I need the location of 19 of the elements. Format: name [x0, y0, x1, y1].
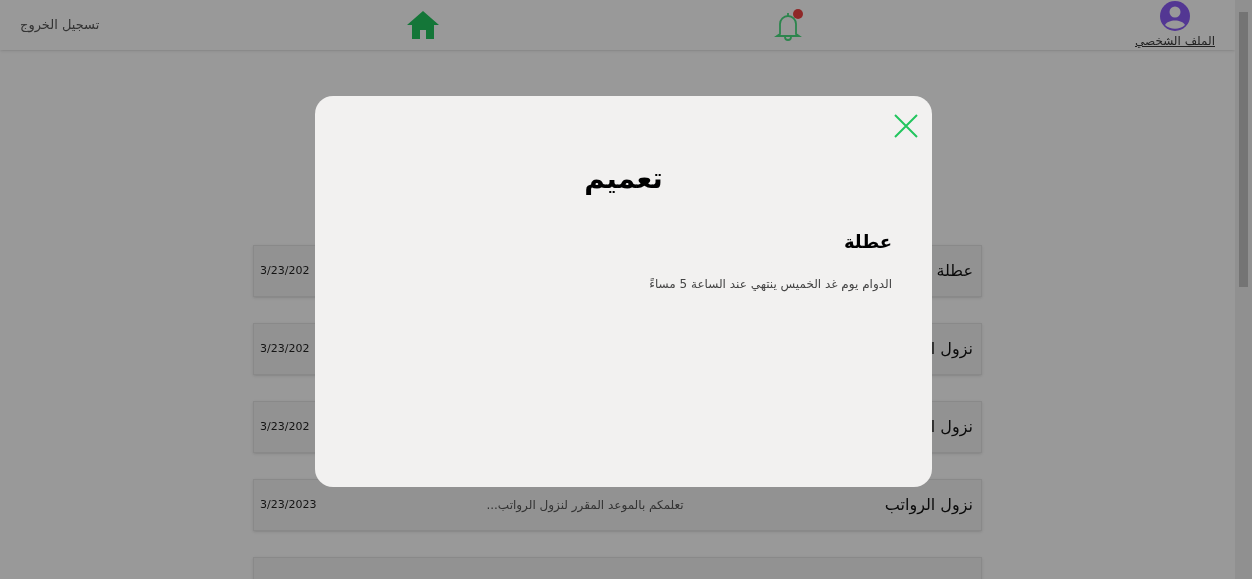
announcement-date: 3/23/202 [260, 340, 310, 357]
home-icon[interactable] [405, 9, 441, 41]
announcement-title: عطلة [936, 260, 973, 282]
scrollbar[interactable] [1235, 0, 1252, 579]
announcement-summary: تعلمكم بالموعد المقرر لنزول الرواتب... [486, 497, 684, 514]
announcement-heading: عطلة [843, 230, 892, 254]
close-icon [892, 112, 920, 140]
announcement-date: 3/23/202 [260, 262, 310, 279]
announcement-title: نزول ا [930, 338, 973, 361]
announcement-date: 3/23/2023 [260, 496, 317, 513]
close-button[interactable] [892, 112, 920, 140]
dialog-title: تعميم [584, 161, 663, 197]
announcement-title: نزول ا [930, 416, 973, 439]
announcement-date: 3/23/202 [260, 418, 310, 435]
announcement-title: نزول الرواتب [884, 494, 973, 517]
logout-link[interactable]: تسجيل الخروج [20, 15, 100, 35]
announcement-body: الدوام يوم غد الخميس ينتهي عند الساعة 5 مساءً [649, 276, 892, 293]
profile-link[interactable]: الملف الشخصي [1135, 32, 1215, 50]
profile-icon[interactable] [1159, 0, 1191, 32]
